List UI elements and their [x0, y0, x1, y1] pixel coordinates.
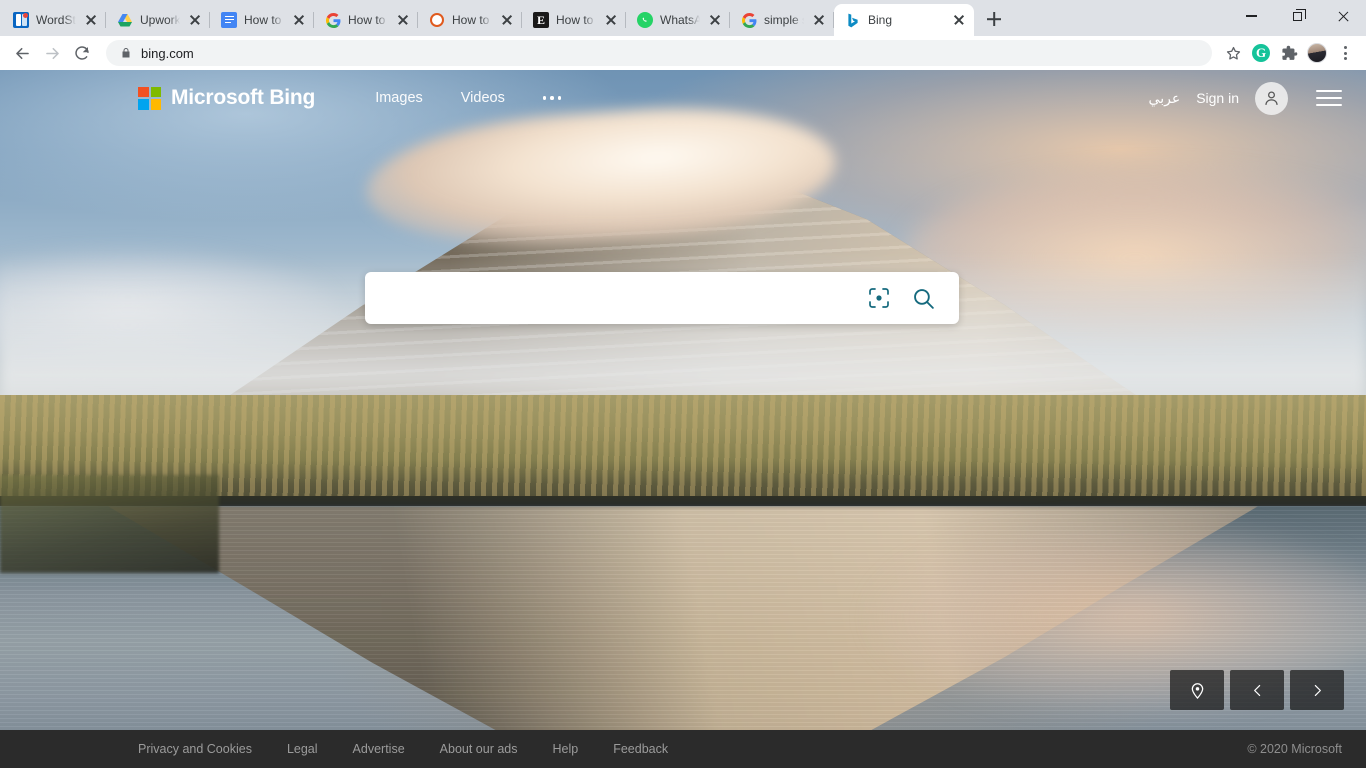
- account-avatar[interactable]: [1255, 81, 1288, 115]
- nav-images[interactable]: Images: [375, 90, 423, 106]
- whatsapp-icon: [637, 12, 653, 28]
- previous-image-icon[interactable]: [1230, 670, 1284, 710]
- grammarly-label: G: [1252, 44, 1270, 62]
- upwork-drive-icon: [117, 12, 133, 28]
- grammarly-icon[interactable]: G: [1248, 40, 1274, 66]
- close-icon[interactable]: [83, 12, 99, 28]
- image-controls: [1170, 670, 1344, 710]
- google-docs-icon: [221, 12, 237, 28]
- address-bar[interactable]: bing.com: [106, 40, 1212, 66]
- language-arabic-link[interactable]: عربي: [1149, 90, 1181, 107]
- browser-tab[interactable]: How to Do: [418, 4, 522, 36]
- new-tab-button[interactable]: [980, 5, 1008, 33]
- footer-link-legal[interactable]: Legal: [287, 742, 318, 756]
- footer-link-advertise[interactable]: Advertise: [353, 742, 405, 756]
- bing-nav: Images Videos: [375, 90, 562, 106]
- close-icon[interactable]: [707, 12, 723, 28]
- close-window-button[interactable]: [1320, 0, 1366, 32]
- reload-icon[interactable]: [68, 39, 96, 67]
- tab-title: How to Rev: [244, 13, 284, 27]
- tab-title: How to Do: [556, 13, 596, 27]
- close-icon[interactable]: [395, 12, 411, 28]
- browser-tab[interactable]: simple sync: [730, 4, 834, 36]
- footer-link-feedback[interactable]: Feedback: [613, 742, 668, 756]
- search-input[interactable]: [385, 272, 857, 324]
- close-icon[interactable]: [951, 12, 967, 28]
- tab-title: WhatsApp: [660, 13, 700, 27]
- bing-homepage: Microsoft Bing Images Videos عربي Sign i…: [0, 70, 1366, 768]
- browser-tab[interactable]: WhatsApp: [626, 4, 730, 36]
- more-menu-icon[interactable]: [542, 96, 562, 100]
- copyright-text: © 2020 Microsoft: [1247, 742, 1342, 756]
- sign-in-link[interactable]: Sign in: [1196, 90, 1239, 106]
- back-arrow-icon[interactable]: [8, 39, 36, 67]
- lock-icon: [120, 47, 132, 59]
- footer-link-about-our-ads[interactable]: About our ads: [440, 742, 518, 756]
- window-controls: [1228, 0, 1366, 32]
- orange-circle-icon: [429, 12, 445, 28]
- next-image-icon[interactable]: [1290, 670, 1344, 710]
- close-icon[interactable]: [811, 12, 827, 28]
- google-icon: [741, 12, 757, 28]
- address-text: bing.com: [141, 45, 194, 61]
- tab-title: How to Rev: [348, 13, 388, 27]
- browser-tab[interactable]: How to Rev: [210, 4, 314, 36]
- browser-tab[interactable]: WordStock: [2, 4, 106, 36]
- chrome-menu-icon[interactable]: [1332, 40, 1358, 66]
- footer-link-help[interactable]: Help: [553, 742, 579, 756]
- close-icon[interactable]: [187, 12, 203, 28]
- browser-toolbar: bing.com G: [0, 36, 1366, 70]
- close-icon[interactable]: [291, 12, 307, 28]
- bing-header-right: عربي Sign in: [1149, 81, 1342, 115]
- browser-tab-active[interactable]: Bing: [834, 4, 974, 36]
- microsoft-bing-logo[interactable]: Microsoft Bing: [138, 86, 315, 110]
- browser-tab-strip: WordStock Upwork - G How to Rev How to R…: [0, 0, 1366, 36]
- bing-footer: Privacy and Cookies Legal Advertise Abou…: [0, 730, 1366, 768]
- close-icon[interactable]: [603, 12, 619, 28]
- visual-search-icon[interactable]: [857, 276, 901, 320]
- search-icon[interactable]: [901, 276, 945, 320]
- google-icon: [325, 12, 341, 28]
- tab-title: simple sync: [764, 13, 804, 27]
- extensions-puzzle-icon[interactable]: [1276, 40, 1302, 66]
- forward-arrow-icon[interactable]: [38, 39, 66, 67]
- tab-title: WordStock: [36, 13, 76, 27]
- browser-tab[interactable]: E How to Do: [522, 4, 626, 36]
- tab-title: Upwork - G: [140, 13, 180, 27]
- microsoft-logo-icon: [138, 86, 161, 110]
- nav-videos[interactable]: Videos: [461, 90, 505, 106]
- hamburger-menu-icon[interactable]: [1316, 90, 1342, 106]
- background-image-mount-taranaki: [0, 70, 1366, 768]
- wordstock-icon: [13, 12, 29, 28]
- tab-title: How to Do: [452, 13, 492, 27]
- search-box-container: [365, 272, 959, 324]
- maximize-restore-button[interactable]: [1274, 0, 1320, 32]
- search-box[interactable]: [365, 272, 959, 324]
- everand-e-icon: E: [533, 12, 549, 28]
- bing-header: Microsoft Bing Images Videos عربي Sign i…: [0, 70, 1366, 126]
- browser-tab[interactable]: How to Rev: [314, 4, 418, 36]
- tab-title: Bing: [868, 13, 893, 27]
- footer-link-privacy[interactable]: Privacy and Cookies: [138, 742, 252, 756]
- browser-tab[interactable]: Upwork - G: [106, 4, 210, 36]
- minimize-button[interactable]: [1228, 0, 1274, 32]
- bookmark-star-icon[interactable]: [1220, 40, 1246, 66]
- location-pin-icon[interactable]: [1170, 670, 1224, 710]
- bing-icon: [845, 12, 861, 28]
- bing-wordmark: Microsoft Bing: [171, 86, 316, 109]
- profile-avatar[interactable]: [1304, 40, 1330, 66]
- close-icon[interactable]: [499, 12, 515, 28]
